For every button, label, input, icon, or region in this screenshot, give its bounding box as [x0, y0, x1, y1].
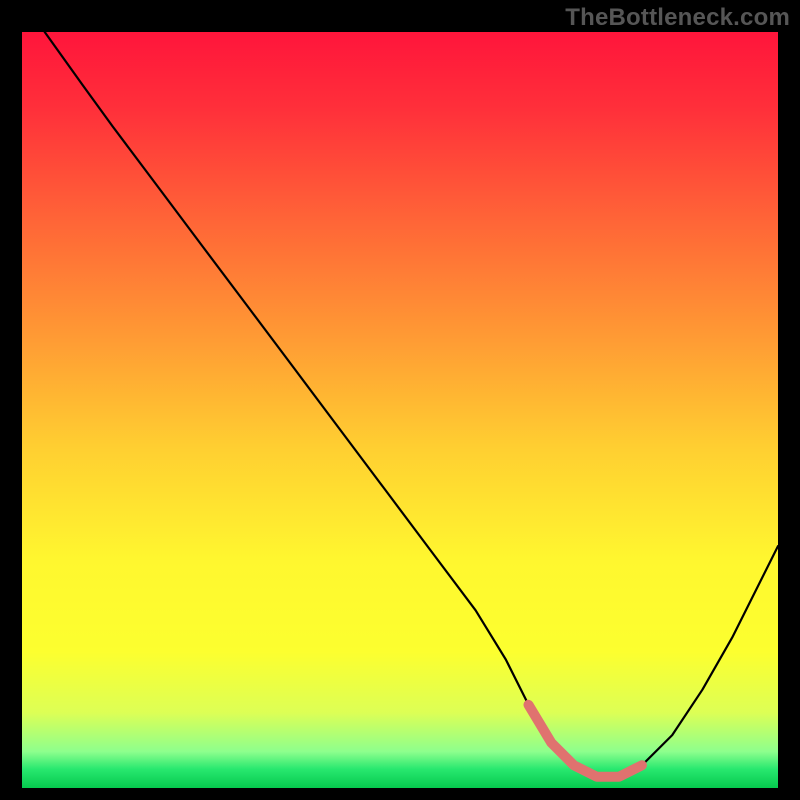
chart-plot — [22, 32, 778, 788]
chart-frame: TheBottleneck.com — [0, 0, 800, 800]
watermark-label: TheBottleneck.com — [565, 4, 790, 32]
gradient-background — [22, 32, 778, 788]
